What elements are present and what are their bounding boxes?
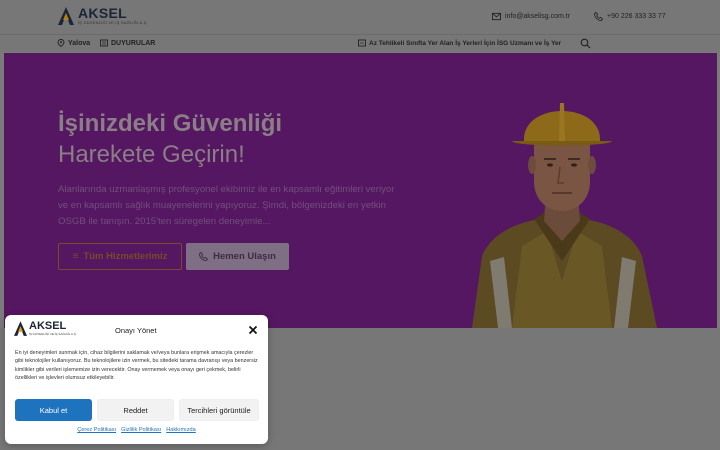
announcements-label: DUYURULAR: [111, 39, 156, 47]
location-label: Yalova: [68, 39, 91, 47]
dialog-logo: AKSEL İŞ GÜVENLİĞİ VE İŞ SAĞLIĞI A.Ş.: [14, 321, 77, 336]
location-pin-icon: [57, 39, 65, 47]
phone-link[interactable]: +90 226 333 33 77: [594, 12, 666, 21]
contact-now-label: Hemen Ulaşın: [213, 251, 276, 262]
news-ticker[interactable]: Az Tehlikeli Sınıfta Yer Alan İş Yerleri…: [358, 39, 561, 47]
all-services-label: Tüm Hizmetlerimiz: [83, 251, 168, 262]
cookie-policy-link[interactable]: Çerez Politikası: [77, 427, 116, 433]
dialog-title: Onayı Yönet: [115, 326, 157, 335]
dialog-body-text: En iyi deneyimleri sunmak için, cihaz bi…: [15, 350, 258, 382]
news-icon: [358, 39, 366, 47]
phone-text: +90 226 333 33 77: [607, 13, 666, 20]
logo-name: AKSEL: [78, 5, 127, 21]
search-icon[interactable]: [580, 38, 591, 49]
policy-links: Çerez Politikası Gizlilik Politikası Hak…: [5, 427, 268, 433]
accept-button[interactable]: Kabul et: [15, 399, 92, 421]
logo-mark-icon: [14, 321, 27, 336]
deny-button[interactable]: Reddet: [97, 399, 174, 421]
dialog-logo-tagline: İŞ GÜVENLİĞİ VE İŞ SAĞLIĞI A.Ş.: [29, 332, 77, 336]
top-header: AKSEL İŞ GÜVENLİĞİ VE İŞ SAĞLIĞI A.Ş. in…: [0, 0, 720, 34]
worker-illustration: [472, 103, 657, 328]
email-link[interactable]: info@akselisg.com.tr: [492, 12, 570, 21]
cookie-consent-dialog: AKSEL İŞ GÜVENLİĞİ VE İŞ SAĞLIĞI A.Ş. On…: [5, 315, 268, 444]
contact-now-button[interactable]: Hemen Ulaşın: [186, 243, 289, 270]
location-selector[interactable]: Yalova: [57, 39, 90, 47]
menu-lines-icon: ≡: [72, 251, 79, 262]
about-link[interactable]: Hakkımızda: [166, 427, 196, 433]
site-logo[interactable]: AKSEL İŞ GÜVENLİĞİ VE İŞ SAĞLIĞI A.Ş.: [58, 6, 148, 25]
mail-icon: [492, 12, 501, 21]
newspaper-icon: [100, 39, 108, 47]
logo-mark-icon: [58, 6, 74, 25]
hero-description: Alanlarında uzmanlaşmış profesyonel ekib…: [58, 184, 395, 227]
hero-title: İşinizdeki Güvenliği: [58, 110, 283, 137]
dialog-logo-name: AKSEL: [29, 320, 67, 332]
announcements-link[interactable]: DUYURULAR: [100, 39, 155, 47]
logo-tagline: İŞ GÜVENLİĞİ VE İŞ SAĞLIĞI A.Ş.: [78, 20, 148, 25]
view-preferences-button[interactable]: Tercihleri görüntüle: [179, 399, 259, 421]
email-text: info@akselisg.com.tr: [505, 13, 571, 20]
hero-banner: İşinizdeki Güvenliği Harekete Geçirin! A…: [4, 53, 717, 328]
phone-icon: [594, 12, 603, 21]
hero-subtitle: Harekete Geçirin!: [58, 141, 245, 168]
privacy-policy-link[interactable]: Gizlilik Politikası: [121, 427, 161, 433]
all-services-button[interactable]: ≡ Tüm Hizmetlerimiz: [58, 243, 182, 270]
secondary-nav: Yalova DUYURULAR Az Tehlikeli Sınıfta Ye…: [0, 34, 720, 52]
ticker-text: Az Tehlikeli Sınıfta Yer Alan İş Yerleri…: [369, 39, 562, 47]
phone-icon: [199, 252, 209, 261]
close-icon[interactable]: [248, 325, 258, 335]
